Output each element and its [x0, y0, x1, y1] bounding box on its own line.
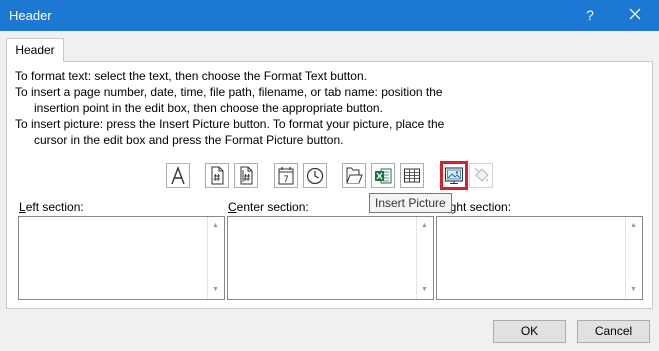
calendar-icon: 7: [278, 167, 294, 185]
scroll-down-icon[interactable]: ▼: [630, 286, 637, 294]
insert-time-button[interactable]: [303, 163, 327, 188]
svg-text:7: 7: [283, 175, 289, 185]
insert-file-name-button[interactable]: [371, 163, 395, 188]
window-title: Header: [9, 8, 52, 23]
ok-button[interactable]: OK: [493, 320, 566, 343]
instruction-line: To format text: select the text, then ch…: [15, 69, 367, 83]
instruction-line: cursor in the edit box and press the For…: [34, 133, 344, 147]
number-of-pages-icon: [240, 166, 253, 185]
center-section-editbox[interactable]: ▲ ▼: [227, 216, 434, 300]
scroll-down-icon[interactable]: ▼: [421, 286, 428, 294]
insert-picture-button[interactable]: [440, 161, 468, 190]
scroll-up-icon[interactable]: ▲: [212, 222, 219, 230]
right-section-label: ight section:: [447, 200, 512, 214]
page-number-icon: [211, 166, 224, 185]
instructions: To format text: select the text, then ch…: [15, 68, 635, 148]
cancel-button[interactable]: Cancel: [577, 320, 650, 343]
paint-bucket-icon: [474, 167, 489, 182]
instruction-line: insertion point in the edit box, then ch…: [34, 101, 383, 115]
vertical-scrollbar[interactable]: ▲ ▼: [207, 217, 224, 299]
picture-icon: [444, 167, 464, 184]
close-button[interactable]: [622, 4, 648, 26]
insert-sheet-name-button[interactable]: [400, 163, 424, 188]
title-bar: Header ?: [0, 0, 659, 31]
sheet-grid-icon: [404, 168, 420, 183]
scroll-down-icon[interactable]: ▼: [212, 286, 219, 294]
instruction-line: To insert picture: press the Insert Pict…: [15, 117, 445, 131]
tab-header[interactable]: Header: [6, 38, 64, 62]
insert-date-button[interactable]: 7: [274, 163, 298, 188]
vertical-scrollbar[interactable]: ▲ ▼: [625, 217, 642, 299]
instruction-line: To insert a page number, date, time, fil…: [15, 85, 443, 99]
help-button[interactable]: ?: [577, 4, 603, 26]
clock-icon: [306, 167, 324, 185]
insert-file-path-button[interactable]: [342, 163, 366, 188]
letter-a-icon: [171, 166, 185, 185]
center-section-label: Center section:: [228, 200, 309, 214]
left-section-label: Left section:: [19, 200, 84, 214]
vertical-scrollbar[interactable]: ▲ ▼: [416, 217, 433, 299]
scroll-up-icon[interactable]: ▲: [630, 222, 637, 230]
insert-number-of-pages-button[interactable]: [234, 163, 258, 188]
format-picture-button[interactable]: [469, 163, 493, 188]
insert-page-number-button[interactable]: [205, 163, 229, 188]
close-icon: [629, 8, 641, 20]
scroll-up-icon[interactable]: ▲: [421, 222, 428, 230]
format-text-button[interactable]: [166, 163, 190, 188]
folder-path-icon: [346, 167, 363, 184]
insert-picture-tooltip: Insert Picture: [369, 193, 452, 213]
excel-file-icon: [375, 168, 392, 184]
left-section-editbox[interactable]: ▲ ▼: [18, 216, 225, 300]
right-section-editbox[interactable]: ▲ ▼: [436, 216, 643, 300]
